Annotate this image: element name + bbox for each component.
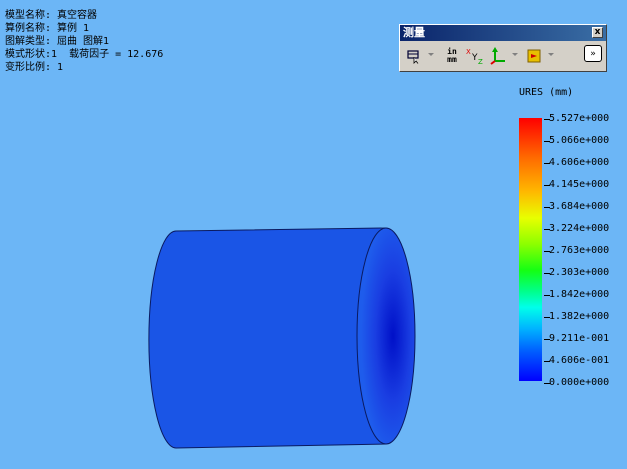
cylinder-endcap — [356, 227, 416, 445]
cylinder-model — [148, 227, 416, 449]
cylinder-body — [148, 227, 387, 449]
